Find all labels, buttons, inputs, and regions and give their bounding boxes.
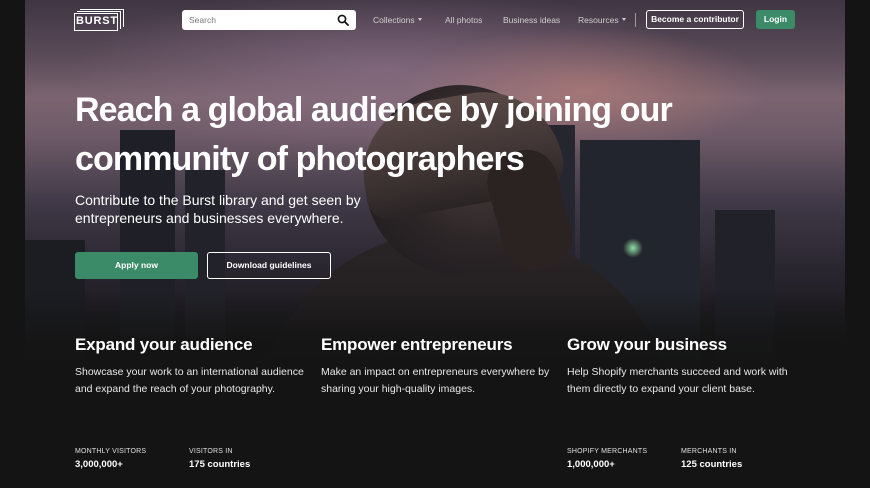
stat-label: VISITORS IN	[189, 448, 233, 455]
burst-logo[interactable]: BURST	[74, 9, 124, 31]
feature-title: Expand your audience	[75, 335, 253, 354]
login-button[interactable]: Login	[756, 10, 795, 29]
stat-value: 175 countries	[189, 459, 251, 470]
hero-title: Reach a global audience by joining our c…	[75, 91, 673, 178]
nav-business-ideas[interactable]: Business ideas	[503, 15, 560, 25]
stat-label: SHOPIFY MERCHANTS	[567, 448, 648, 455]
feature-title: Grow your business	[567, 335, 727, 354]
stat-value: 3,000,000+	[75, 459, 123, 470]
feature-empower-entrepreneurs: Empower entrepreneurs Make an impact on …	[321, 335, 561, 398]
stat-merchants-in: MERCHANTS IN 125 countries	[681, 448, 742, 470]
download-guidelines-button[interactable]: Download guidelines	[207, 252, 331, 279]
stat-monthly-visitors: MONTHLY VISITORS 3,000,000+	[75, 448, 146, 470]
apply-now-button[interactable]: Apply now	[75, 252, 198, 279]
feature-expand-audience: Expand your audience Showcase your work …	[75, 335, 315, 398]
page: BURST Collections All photos Business id…	[0, 0, 870, 488]
chevron-down-icon	[621, 18, 626, 22]
feature-text: Help Shopify merchants succeed and work …	[567, 366, 788, 395]
search-box	[182, 10, 356, 30]
feature-grow-business: Grow your business Help Shopify merchant…	[567, 335, 807, 398]
chevron-down-icon	[417, 18, 422, 22]
stat-value: 125 countries	[681, 459, 743, 470]
stat-shopify-merchants: SHOPIFY MERCHANTS 1,000,000+	[567, 448, 647, 470]
become-contributor-button[interactable]: Become a contributor	[646, 10, 744, 29]
stat-label: MONTHLY VISITORS	[75, 448, 147, 455]
nav-divider	[635, 13, 636, 27]
nav-collections[interactable]: Collections	[373, 15, 422, 25]
nav-resources[interactable]: Resources	[578, 15, 626, 25]
nav-resources-label: Resources	[578, 15, 619, 25]
feature-text: Make an impact on entrepreneurs everywhe…	[321, 366, 550, 395]
stat-visitors-in: VISITORS IN 175 countries	[189, 448, 250, 470]
search-icon[interactable]	[337, 14, 349, 26]
nav-all-photos[interactable]: All photos	[445, 15, 482, 25]
search-input[interactable]	[182, 10, 332, 30]
hero-subtitle: Contribute to the Burst library and get …	[75, 192, 361, 226]
stat-value: 1,000,000+	[567, 459, 615, 470]
stat-label: MERCHANTS IN	[681, 448, 737, 455]
nav-collections-label: Collections	[373, 15, 415, 25]
logo-text: BURST	[76, 15, 118, 27]
feature-text: Showcase your work to an international a…	[75, 366, 304, 395]
feature-title: Empower entrepreneurs	[321, 335, 513, 354]
